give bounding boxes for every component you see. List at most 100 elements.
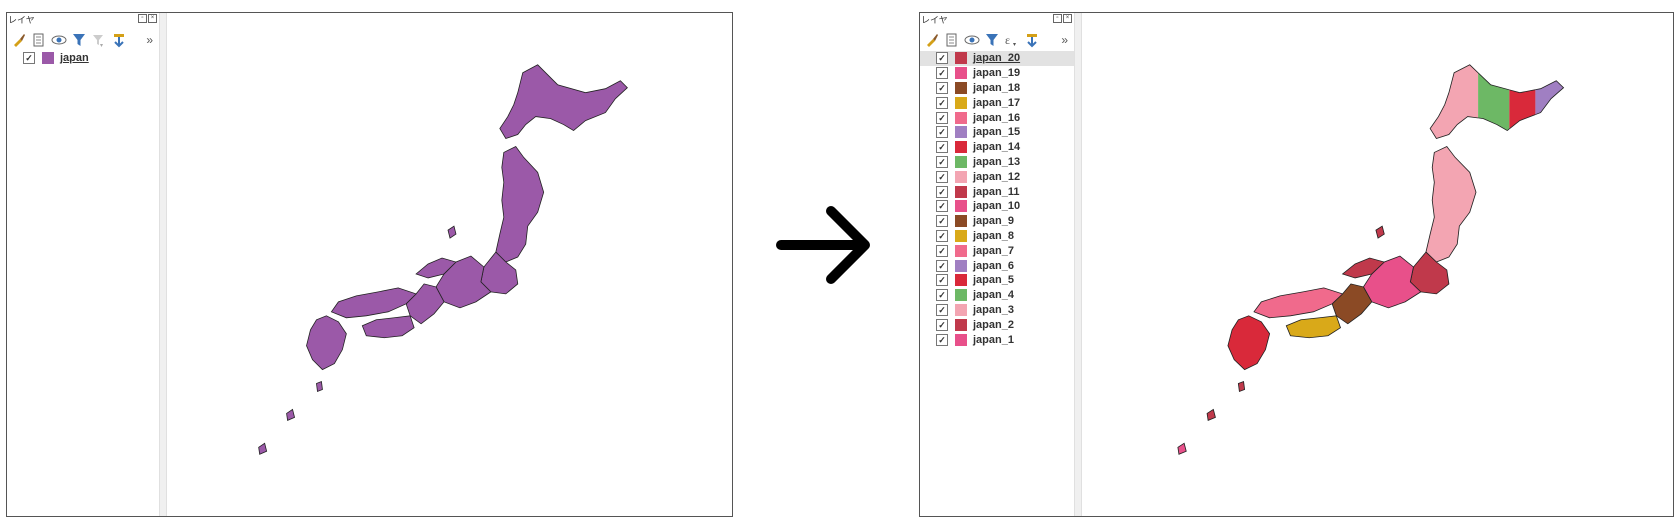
layer-visibility-checkbox[interactable]: ✓ [936,155,948,168]
layer-visibility-checkbox[interactable]: ✓ [936,81,948,94]
svg-text:▾: ▾ [1013,42,1016,48]
layer-symbol-swatch[interactable] [955,303,967,316]
region-shikoku [1285,315,1341,339]
layer-item[interactable]: ✓ japan_11 [920,184,1074,199]
layer-tree: ✓ japan [7,51,159,66]
layer-visibility-checkbox[interactable]: ✓ [936,96,948,109]
filter-icon[interactable] [71,32,87,48]
layer-item[interactable]: ✓ japan_9 [920,214,1074,229]
layer-symbol-swatch[interactable] [955,126,967,139]
layer-item[interactable]: ✓ japan_3 [920,303,1074,318]
layer-name: japan_15 [973,126,1021,139]
layer-symbol-swatch[interactable] [42,52,54,65]
layer-item[interactable]: ✓ japan_12 [920,169,1074,184]
layer-item[interactable]: ✓ japan_20 [920,51,1074,66]
layer-item[interactable]: ✓ japan_2 [920,317,1074,332]
layer-visibility-checkbox[interactable]: ✓ [936,289,948,302]
layer-item[interactable]: ✓ japan_19 [920,66,1074,81]
layer-symbol-swatch[interactable] [955,244,967,257]
region-kyushu [306,315,347,371]
layer-item[interactable]: ✓ japan_5 [920,273,1074,288]
layer-symbol-swatch[interactable] [955,96,967,109]
layer-visibility-checkbox[interactable]: ✓ [936,229,948,242]
layer-item[interactable]: ✓ japan_6 [920,258,1074,273]
close-icon[interactable]: × [148,14,157,23]
eye-icon[interactable] [51,32,67,48]
layer-symbol-swatch[interactable] [955,274,967,287]
layer-item[interactable]: ✓ japan_18 [920,81,1074,96]
region-okinawa [1177,442,1187,455]
layer-name: japan_13 [973,155,1021,168]
layer-symbol-swatch[interactable] [955,333,967,346]
more-icon[interactable]: » [1061,33,1068,47]
panel-title: レイヤ [8,15,35,25]
more-icon[interactable]: » [146,33,153,47]
layer-visibility-checkbox[interactable]: ✓ [936,259,948,272]
paintbrush-icon[interactable] [11,32,27,48]
layer-symbol-swatch[interactable] [955,52,967,65]
panel-title: レイヤ [921,15,948,25]
expand-all-icon[interactable] [1024,32,1040,48]
layer-visibility-checkbox[interactable]: ✓ [936,244,948,257]
panel-splitter[interactable] [159,13,167,516]
layer-item[interactable]: ✓ japan_10 [920,199,1074,214]
map-canvas[interactable] [167,13,732,516]
layer-symbol-swatch[interactable] [955,170,967,183]
layer-visibility-checkbox[interactable]: ✓ [23,52,35,65]
add-group-icon[interactable] [944,32,960,48]
layer-symbol-swatch[interactable] [955,155,967,168]
layer-item[interactable]: ✓ japan_1 [920,332,1074,347]
layer-visibility-checkbox[interactable]: ✓ [936,215,948,228]
layer-symbol-swatch[interactable] [955,259,967,272]
layer-item[interactable]: ✓ japan_14 [920,140,1074,155]
float-icon[interactable]: ▫ [138,14,147,23]
layer-symbol-swatch[interactable] [955,185,967,198]
layer-symbol-swatch[interactable] [955,229,967,242]
expand-all-icon[interactable] [111,32,127,48]
layer-visibility-checkbox[interactable]: ✓ [936,303,948,316]
layer-symbol-swatch[interactable] [955,200,967,213]
expression-filter-icon[interactable]: ▾ [91,32,107,49]
layer-name: japan_18 [973,81,1021,94]
layer-name: japan_14 [973,141,1021,154]
layer-item[interactable]: ✓ japan_7 [920,243,1074,258]
paintbrush-icon[interactable] [924,32,940,48]
layer-item[interactable]: ✓ japan_8 [920,229,1074,244]
expression-filter-icon[interactable]: ε ▾ [1004,32,1020,48]
layer-item[interactable]: ✓ japan_13 [920,155,1074,170]
layer-visibility-checkbox[interactable]: ✓ [936,185,948,198]
filter-icon[interactable] [984,32,1000,48]
layer-visibility-checkbox[interactable]: ✓ [936,141,948,154]
layer-visibility-checkbox[interactable]: ✓ [936,52,948,65]
layer-symbol-swatch[interactable] [955,141,967,154]
layer-visibility-checkbox[interactable]: ✓ [936,333,948,346]
layer-item[interactable]: ✓ japan_16 [920,110,1074,125]
panel-splitter[interactable] [1074,13,1082,516]
close-icon[interactable]: × [1063,14,1072,23]
layer-name: japan_16 [973,111,1021,124]
layer-visibility-checkbox[interactable]: ✓ [936,274,948,287]
layer-symbol-swatch[interactable] [955,81,967,94]
layer-item[interactable]: ✓ japan_15 [920,125,1074,140]
region-okinawa [258,442,268,455]
layer-item[interactable]: ✓ japan_17 [920,95,1074,110]
layer-symbol-swatch[interactable] [955,289,967,302]
map-canvas[interactable] [1082,13,1673,516]
layer-symbol-swatch[interactable] [955,111,967,124]
layer-item[interactable]: ✓ japan [7,51,159,66]
layer-symbol-swatch[interactable] [955,67,967,80]
layer-visibility-checkbox[interactable]: ✓ [936,318,948,331]
layer-symbol-swatch[interactable] [955,215,967,228]
layer-visibility-checkbox[interactable]: ✓ [936,67,948,80]
float-icon[interactable]: ▫ [1053,14,1062,23]
layer-visibility-checkbox[interactable]: ✓ [936,200,948,213]
add-group-icon[interactable] [31,32,47,48]
layer-visibility-checkbox[interactable]: ✓ [936,170,948,183]
layer-name: japan_12 [973,170,1021,183]
eye-icon[interactable] [964,32,980,48]
layer-visibility-checkbox[interactable]: ✓ [936,111,948,124]
layer-visibility-checkbox[interactable]: ✓ [936,126,948,139]
layer-symbol-swatch[interactable] [955,318,967,331]
layer-name: japan_6 [973,259,1014,272]
layer-item[interactable]: ✓ japan_4 [920,288,1074,303]
